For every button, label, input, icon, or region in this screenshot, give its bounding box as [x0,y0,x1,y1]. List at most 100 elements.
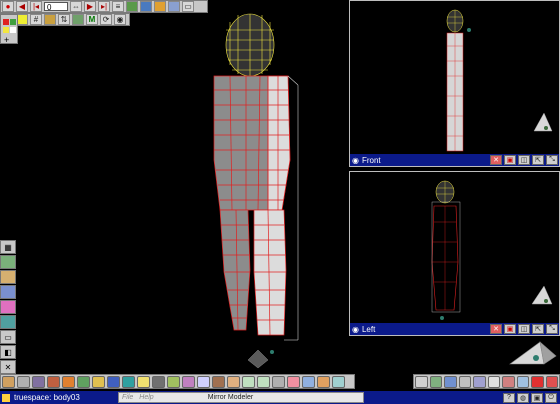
palette-panel: + [0,14,18,45]
status-right-icons: ? ◍ ▣ ⏻ [502,392,558,403]
tool-scale-icon[interactable] [0,285,16,299]
loop-icon[interactable]: ⇔ [70,1,82,12]
left-tool-strip: ▦ ▭ ◧ ✕ [0,240,18,374]
palette-red-icon[interactable] [3,19,9,25]
face-icon[interactable] [227,375,240,388]
mode-m-icon[interactable] [242,375,255,388]
scene-editor-icon[interactable] [126,1,138,12]
navigation-widget[interactable] [500,336,560,370]
primitive-cylinder-icon[interactable] [47,375,60,388]
tool-move-icon[interactable] [0,255,16,269]
tool-rotate-icon[interactable] [0,270,16,284]
grid-tool-icon[interactable] [272,375,285,388]
viewport-eye-icon[interactable]: ◉ [352,325,359,334]
viewport-pan-icon[interactable]: ⇱ [532,155,544,165]
text-tool-icon[interactable] [92,375,105,388]
sweep-icon[interactable] [122,375,135,388]
checker-icon[interactable] [197,375,210,388]
view-persp-icon[interactable] [473,375,486,388]
left-viewport[interactable]: ◉ Left ✕ ▣ ◫ ⇱ ⤡ [349,171,560,336]
paint-tool-icon[interactable] [287,375,300,388]
axis-widget[interactable] [247,349,274,369]
bottom-toolbar-left [0,374,355,389]
palette-yellow-icon[interactable] [3,27,9,33]
viewport-eye-icon[interactable]: ◉ [352,156,359,165]
viewport-render-icon[interactable]: ▣ [504,324,516,334]
grid-icon[interactable]: # [30,14,42,25]
menu-file[interactable]: File [122,394,133,401]
keyframe-list-icon[interactable]: ≡ [112,1,124,12]
prev-frame-icon[interactable]: |◂ [30,1,42,12]
menu-help[interactable]: Help [139,394,153,401]
status-settings-icon[interactable]: ◍ [517,392,529,403]
left-view-model [431,180,553,320]
next-frame-icon[interactable]: ▸| [98,1,110,12]
status-bar: truespace: body03 File Help Mirror Model… [0,391,560,404]
mode-m2-icon[interactable] [257,375,270,388]
material-icon[interactable] [44,14,56,25]
display-icon[interactable] [72,14,84,25]
play-icon[interactable]: ▶ [84,1,96,12]
material-tool-icon[interactable] [317,375,330,388]
status-title: truespace: body03 [14,393,80,402]
front-view-model [446,9,553,152]
tool-select-icon[interactable]: ▦ [0,240,16,254]
view-eye-icon[interactable] [487,375,500,388]
rewind-icon[interactable]: ◀ [16,1,28,12]
frame-input[interactable]: 0 [44,2,68,12]
deform-icon[interactable] [167,375,180,388]
viewport-pan-icon[interactable]: ⇱ [532,324,544,334]
primitive-cone-icon[interactable] [32,375,45,388]
uv-icon[interactable] [332,375,345,388]
palette-white-icon[interactable] [10,27,16,33]
viewport-camera-icon[interactable]: ◫ [518,155,530,165]
viewport-render-icon[interactable]: ▣ [504,155,516,165]
viewport-zoom-icon[interactable]: ⤡ [546,155,558,165]
palette-plus-icon[interactable]: + [4,35,9,45]
primitive-cube-icon[interactable] [17,375,30,388]
tool-screen-icon[interactable]: ▭ [0,330,16,344]
boolean-icon[interactable] [182,375,195,388]
eye-icon[interactable]: ◉ [114,14,126,25]
viewport-zoom-icon[interactable]: ⤡ [546,324,558,334]
view-rotate-icon[interactable] [429,375,442,388]
secondary-toolbar: # ⇅ M ⟳ ◉ [0,13,130,26]
view-select-icon[interactable] [415,375,428,388]
status-close-icon[interactable]: ⏻ [545,392,557,403]
front-viewport[interactable]: ◉ Front ✕ ▣ ◫ ⇱ ⤡ [349,0,560,167]
right-leg-wireframe [253,209,287,336]
view-render-icon[interactable] [502,375,515,388]
tool-shape-icon[interactable] [0,300,16,314]
primitive-plane-icon[interactable] [77,375,90,388]
tool-wrench-icon[interactable]: ✕ [0,360,16,374]
view-camera-icon[interactable] [516,375,529,388]
close-viewport-icon[interactable]: ✕ [490,324,502,334]
normal-icon[interactable]: ⇅ [58,14,70,25]
mode-m-icon[interactable]: M [86,14,98,25]
record-icon[interactable]: ● [2,1,14,12]
left-viewport-label: Left [361,324,376,334]
view-move-icon[interactable] [444,375,457,388]
figure-icon[interactable] [212,375,225,388]
lathe-icon[interactable] [107,375,120,388]
primitive-torus-icon[interactable] [62,375,75,388]
bottom-toolbar-right [413,374,560,389]
tool-view-icon[interactable]: ◧ [0,345,16,359]
primitive-sphere-icon[interactable] [2,375,15,388]
panel-title: Mirror Modeler [207,394,254,401]
close-viewport-icon[interactable]: ✕ [490,155,502,165]
tool-mesh-icon[interactable] [0,315,16,329]
status-help-icon[interactable]: ? [503,392,515,403]
camera-icon[interactable] [152,375,165,388]
spline-icon[interactable] [302,375,315,388]
view-play-icon[interactable] [545,375,558,388]
refresh-icon[interactable]: ⟳ [100,14,112,25]
view-red-icon[interactable] [531,375,544,388]
viewport-camera-icon[interactable]: ◫ [518,324,530,334]
view-zoom-icon[interactable] [458,375,471,388]
palette-green-icon[interactable] [10,19,16,25]
left-viewport-titlebar: ◉ Left ✕ ▣ ◫ ⇱ ⤡ [350,323,559,335]
status-window-icon[interactable]: ▣ [531,392,543,403]
light-icon[interactable] [137,375,150,388]
main-viewport-model[interactable] [150,10,320,370]
